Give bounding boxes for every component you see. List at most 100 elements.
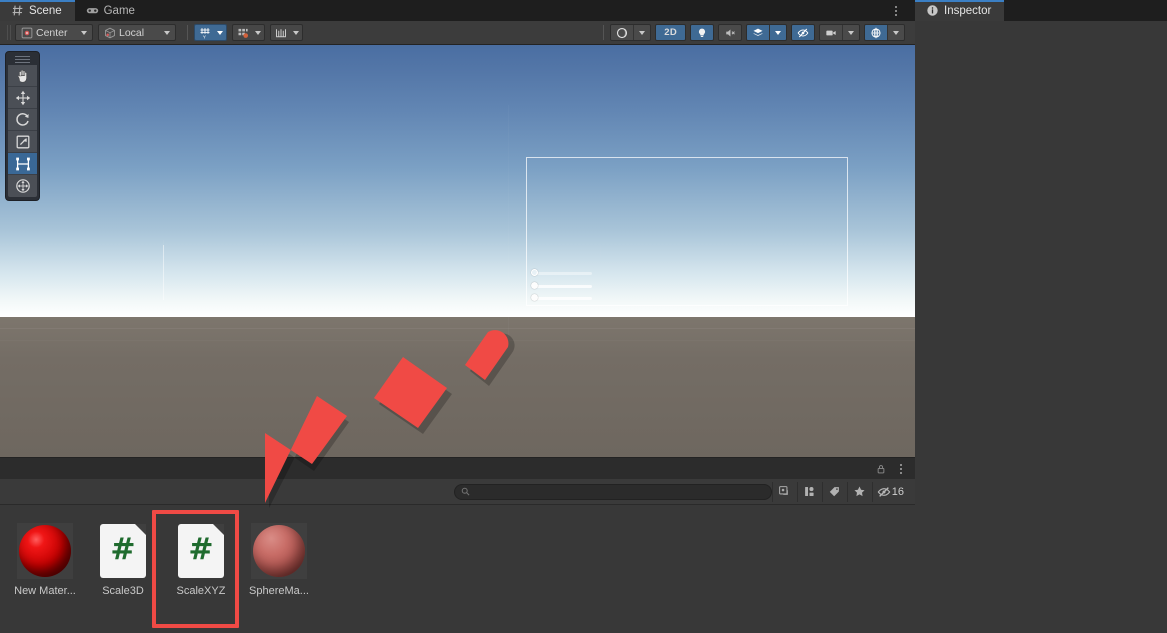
gizmos-seg[interactable] (865, 25, 887, 40)
chevron-down-icon (893, 30, 899, 35)
asset-item[interactable]: New Mater... (6, 519, 84, 628)
pivot-mode-dropdown[interactable]: Center (15, 24, 93, 41)
asset-thumbnail: # (95, 523, 151, 579)
save-search-icon (779, 486, 789, 495)
draw-mode-caret[interactable] (633, 25, 651, 40)
scene-camera-caret[interactable] (842, 25, 859, 40)
hidden-objects-count-label: 16 (891, 485, 904, 498)
search-field-wrapper[interactable] (453, 483, 772, 500)
scene-tool-palette (5, 51, 40, 201)
gizmos-globe-icon (871, 27, 881, 38)
scene-audio-toggle[interactable] (718, 24, 742, 41)
chevron-down-icon (164, 30, 170, 35)
label-filter[interactable] (821, 481, 847, 502)
scene-view-options-group: 2D (597, 24, 909, 41)
star-icon (854, 486, 865, 497)
tab-game[interactable]: Game (75, 0, 148, 21)
pivot-icon (21, 27, 33, 38)
chevron-down-icon (848, 30, 854, 35)
sky-gradient (0, 45, 915, 317)
toggle-2d-seg[interactable]: 2D (656, 25, 685, 40)
lock-icon[interactable] (876, 463, 886, 475)
asset-thumbnail (17, 523, 73, 579)
tab-inspector[interactable]: Inspector (915, 0, 1005, 21)
project-panel-menu-button[interactable] (894, 462, 908, 477)
tab-scene[interactable]: Scene (0, 0, 75, 21)
grid-line-horizontal (0, 340, 915, 341)
svg-text:Y: Y (203, 34, 207, 39)
project-search-bar: 16 (0, 479, 915, 505)
toolbar-grip[interactable] (7, 25, 12, 40)
gamepad-icon (86, 8, 98, 14)
scene-visibility-toggle[interactable] (791, 24, 815, 41)
rect-transform-icon (15, 157, 30, 170)
tool-palette-grip[interactable] (15, 56, 30, 63)
asset-item[interactable]: # ScaleXYZ (162, 519, 240, 628)
scene-fx-caret[interactable] (769, 25, 786, 40)
chevron-down-icon (217, 30, 223, 35)
asset-item[interactable]: # Scale3D (84, 519, 162, 628)
eye-off-icon (877, 486, 891, 497)
scene-audio-seg[interactable] (719, 25, 741, 40)
hidden-objects-count[interactable]: 16 (871, 481, 909, 502)
lightbulb-icon (698, 28, 706, 37)
inspector-content (915, 21, 1167, 633)
move-tool[interactable] (8, 87, 37, 109)
scene-camera-dropdown[interactable] (819, 24, 860, 41)
csharp-file-icon: # (100, 524, 146, 578)
draw-mode-button[interactable] (611, 25, 634, 40)
type-filter[interactable] (796, 481, 822, 502)
asset-item[interactable]: SphereMa... (240, 519, 318, 628)
label-tag-icon (830, 487, 840, 497)
grid-axis-dropdown[interactable]: Y (194, 24, 227, 41)
rotate-tool[interactable] (8, 109, 37, 131)
tab-inspector-label: Inspector (944, 4, 992, 17)
chevron-down-icon (775, 30, 781, 35)
gizmos-caret[interactable] (887, 25, 904, 40)
rect-tool[interactable] (8, 153, 37, 175)
ground-plane (0, 317, 915, 457)
toolbar-divider (187, 25, 188, 40)
cube-icon (105, 27, 115, 38)
scene-and-project-column: Scene Game Center Local Y 2D 16 New Mate… (0, 0, 915, 633)
eye-off-icon (797, 28, 809, 37)
chevron-down-icon (255, 30, 261, 35)
scene-lighting-toggle[interactable] (690, 24, 714, 41)
fx-layers-icon (753, 28, 763, 36)
inspector-tabstrip: Inspector (915, 0, 1167, 21)
handle-space-label: Local (119, 26, 145, 39)
scene-toolbar: Center Local Y 2D (0, 21, 915, 45)
asset-label: ScaleXYZ (176, 585, 226, 597)
scene-lighting-seg[interactable] (691, 25, 713, 40)
scene-panel-menu-button[interactable] (889, 3, 903, 18)
toggle-2d-button[interactable]: 2D (655, 24, 686, 41)
ingame-slider-knob (531, 282, 538, 289)
unity-editor-window: Scene Game Center Local Y 2D 16 New Mate… (0, 0, 1167, 633)
inspector-panel: Inspector (915, 0, 1167, 633)
gizmos-dropdown[interactable] (864, 24, 905, 41)
favorites-filter[interactable] (846, 481, 872, 502)
handle-space-dropdown[interactable]: Local (98, 24, 176, 41)
chevron-down-icon (639, 30, 646, 35)
scene-viewport[interactable] (0, 45, 915, 457)
scale-tool[interactable] (8, 131, 37, 153)
grid-snap-dropdown[interactable] (232, 24, 265, 41)
search-input[interactable] (473, 485, 765, 498)
transform-icon (15, 179, 30, 193)
project-asset-grid: New Mater... # Scale3D # ScaleXYZ Sphere… (0, 505, 915, 628)
scene-fx-dropdown[interactable] (746, 24, 787, 41)
transform-tool[interactable] (8, 175, 37, 197)
info-icon (927, 5, 938, 16)
ingame-slider-track (536, 297, 592, 300)
grid-line-vertical (600, 245, 601, 257)
ruler-icon (276, 28, 286, 37)
save-search-filter[interactable] (771, 481, 797, 502)
hand-tool[interactable] (8, 65, 37, 87)
snap-increment-dropdown[interactable] (270, 24, 303, 41)
sphere-red-glossy-icon (19, 525, 71, 577)
scene-visibility-seg[interactable] (792, 25, 814, 40)
scene-fx-seg[interactable] (747, 25, 769, 40)
scene-camera-seg[interactable] (820, 25, 842, 40)
draw-mode-dropdown[interactable] (610, 24, 652, 41)
asset-label: New Mater... (14, 585, 76, 597)
